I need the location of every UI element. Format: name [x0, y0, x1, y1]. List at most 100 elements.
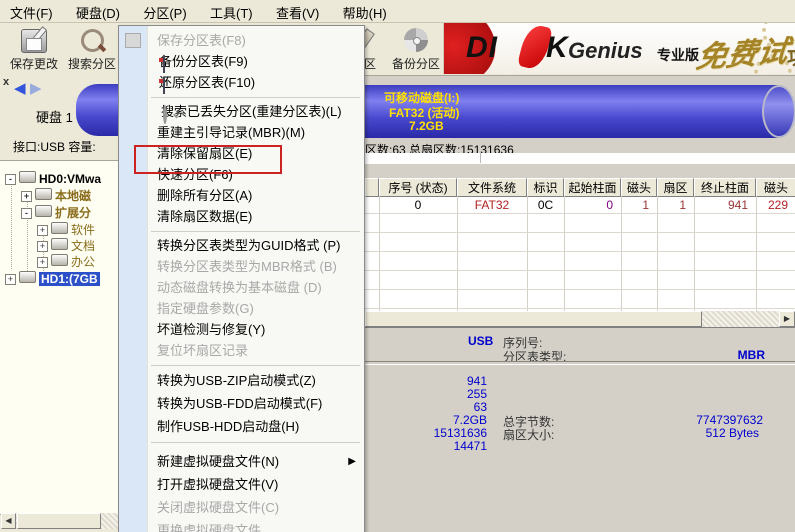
- mini-disk-cylinder[interactable]: [76, 84, 119, 136]
- submenu-arrow-icon: ▶: [348, 450, 356, 473]
- cell-startcyl: 0: [564, 198, 613, 213]
- logo-genius: Genius: [568, 38, 643, 64]
- menu-item-reset-bad-sectors: 复位坏扇区记录: [119, 340, 364, 361]
- cell-filesystem: FAT32: [457, 198, 527, 213]
- sector-size-value: 512 Bytes: [640, 426, 759, 440]
- menu-item-make-usb-hdd-boot[interactable]: 制作USB-HDD启动盘(H): [119, 415, 364, 438]
- menu-item-dynamic-to-basic: 动态磁盘转换为基本磁盘 (D): [119, 277, 364, 298]
- col-header-startcyl[interactable]: 起始柱面: [564, 178, 621, 197]
- toggle-icon[interactable]: +: [37, 225, 48, 236]
- menu-item-usb-zip-mode[interactable]: 转换为USB-ZIP启动模式(Z): [119, 369, 364, 392]
- geom-value-capacity: 7.2GB: [400, 413, 487, 427]
- toggle-icon[interactable]: +: [5, 274, 16, 285]
- disk-interface-label: 接口:USB 容量:: [13, 138, 118, 155]
- col-header-endhead[interactable]: 磁头: [756, 178, 795, 197]
- menu-help[interactable]: 帮助(H): [333, 0, 397, 22]
- col-header-filesystem[interactable]: 文件系统: [457, 178, 527, 197]
- brand-banner: DI K Genius 专业版 免费试用 功能更: [443, 23, 795, 74]
- menubar: 文件(F) 硬盘(D) 分区(P) 工具(T) 查看(V) 帮助(H): [0, 0, 795, 23]
- left-hscroll-thumb[interactable]: [17, 513, 101, 529]
- cell-head: 1: [621, 198, 649, 213]
- disk-icon: [19, 171, 36, 183]
- disk-icon: [51, 238, 68, 250]
- save-changes-label: 保存更改: [6, 55, 62, 72]
- toggle-icon[interactable]: +: [37, 257, 48, 268]
- save-changes-button[interactable]: 保存更改: [6, 25, 62, 73]
- menu-item-specify-disk-params: 指定硬盘参数(G): [119, 298, 364, 319]
- disk-icon: [35, 188, 52, 200]
- disk-icon: [35, 205, 52, 217]
- menu-view[interactable]: 查看(V): [266, 0, 329, 22]
- toggle-icon[interactable]: +: [37, 241, 48, 252]
- disk-context-menu: 保存分区表(F8) 备份分区表(F9) 还原分区表(F10) 搜索已丢失分区(重…: [118, 25, 365, 532]
- col-header-endcyl[interactable]: 终止柱面: [694, 178, 756, 197]
- menu-item-backup-partition-table[interactable]: 备份分区表(F9): [119, 51, 364, 72]
- left-panel-hscrollbar[interactable]: ◀: [1, 513, 118, 529]
- scroll-right-icon[interactable]: ▶: [779, 311, 795, 327]
- col-header-sector[interactable]: 扇区: [657, 178, 694, 197]
- partition-map-divider: [480, 153, 481, 163]
- menu-item-usb-fdd-mode[interactable]: 转换为USB-FDD启动模式(F): [119, 392, 364, 415]
- close-icon[interactable]: x: [3, 76, 9, 88]
- left-panel: x ◀ ▶ 硬盘 1 接口:USB 容量: -HD0:VMwa +本地磁 -扩展…: [0, 75, 120, 532]
- col-header-empty[interactable]: [365, 178, 379, 197]
- col-header-seq[interactable]: 序号 (状态): [379, 178, 457, 197]
- menu-item-save-partition-table: 保存分区表(F8): [119, 30, 364, 51]
- menu-item-delete-all-partitions[interactable]: 删除所有分区(A): [119, 185, 364, 206]
- free-trial-label: 免费试用: [685, 26, 795, 74]
- menu-item-bad-track-check[interactable]: 坏道检测与修复(Y): [119, 319, 364, 340]
- menu-tools[interactable]: 工具(T): [200, 0, 263, 22]
- geom-value-cylinders: 941: [400, 374, 487, 388]
- backup-partition-label: 备份分区: [390, 55, 442, 72]
- tree-label: 文档: [71, 239, 95, 253]
- geom-value-totalsectors: 15131636: [400, 426, 487, 440]
- menu-file[interactable]: 文件(F): [0, 0, 63, 22]
- disc-icon: [404, 28, 428, 52]
- toggle-icon[interactable]: -: [5, 174, 16, 185]
- edition-label: 专业版: [657, 45, 699, 65]
- search-partition-button[interactable]: 搜索分区: [64, 25, 120, 73]
- menu-partition[interactable]: 分区(P): [133, 0, 196, 22]
- sector-size-label: 扇区大小:: [503, 426, 554, 443]
- disk-icon: [19, 271, 36, 283]
- floppy-icon: [163, 77, 165, 94]
- menu-item-restore-partition-table[interactable]: 还原分区表(F10): [119, 72, 364, 93]
- disk-icon: [51, 254, 68, 266]
- menu-item-open-virtual-disk[interactable]: 打开虚拟硬盘文件(V): [119, 473, 364, 496]
- cell-endhead: 229: [756, 198, 788, 213]
- tree-label: 本地磁: [55, 189, 91, 203]
- cell-sector: 1: [657, 198, 686, 213]
- col-header-head[interactable]: 磁头: [621, 178, 657, 197]
- ptable-type-value: MBR: [700, 348, 765, 362]
- nav-left-icon[interactable]: ◀: [14, 79, 26, 97]
- menu-item-clear-sector-data[interactable]: 清除扇区数据(E): [119, 206, 364, 227]
- cell-endcyl: 941: [694, 198, 748, 213]
- search-partition-label: 搜索分区: [64, 55, 120, 72]
- disk-tree: -HD0:VMwa +本地磁 -扩展分 +软件 +文档 +办公 +HD1:(7G…: [0, 160, 118, 515]
- menu-item-search-lost-partitions[interactable]: 搜索已丢失分区(重建分区表)(L): [119, 101, 364, 122]
- col-header-id[interactable]: 标识: [527, 178, 564, 197]
- disk-cylinder-banner[interactable]: [300, 85, 778, 138]
- toggle-icon[interactable]: +: [21, 191, 32, 202]
- disk-name-label: 硬盘 1: [36, 107, 73, 126]
- diskgenius-window: 文件(F) 硬盘(D) 分区(P) 工具(T) 查看(V) 帮助(H) 保存更改…: [0, 0, 795, 532]
- hscroll-thumb[interactable]: [365, 311, 702, 327]
- disk-icon: [51, 222, 68, 234]
- scroll-left-icon[interactable]: ◀: [1, 513, 16, 529]
- tree-label: 软件: [71, 223, 95, 237]
- total-bytes-value: 7747397632: [640, 413, 763, 427]
- menu-item-rebuild-mbr[interactable]: 重建主引导记录(MBR)(M): [119, 122, 364, 143]
- menu-item-new-virtual-disk[interactable]: 新建虚拟硬盘文件(N)▶: [119, 450, 364, 473]
- menu-item-convert-to-guid[interactable]: 转换分区表类型为GUID格式 (P): [119, 235, 364, 256]
- tree-item-hd0[interactable]: - HD0:VMwa: [5, 171, 123, 187]
- nav-right-icon[interactable]: ▶: [30, 79, 42, 97]
- menu-disk[interactable]: 硬盘(D): [66, 0, 130, 22]
- floppy-icon: [163, 56, 165, 73]
- backup-partition-button[interactable]: 备份分区: [390, 25, 442, 73]
- toggle-icon[interactable]: -: [21, 208, 32, 219]
- geom-value-cylsize: 14471: [400, 439, 487, 453]
- tree-item-hd1-selected[interactable]: +HD1:(7GB: [5, 271, 123, 287]
- menu-item-partial-clipped: 更换虚拟硬盘文件: [119, 519, 364, 532]
- menu-item-convert-to-mbr: 转换分区表类型为MBR格式 (B): [119, 256, 364, 277]
- tree-label: HD0:VMwa: [39, 172, 101, 186]
